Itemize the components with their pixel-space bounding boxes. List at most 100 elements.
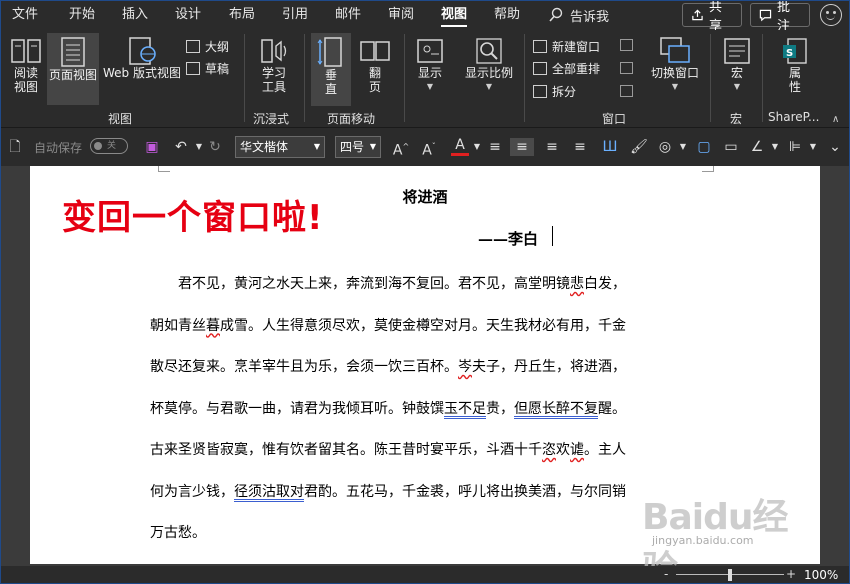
tab-references[interactable]: 引用 [282, 0, 308, 30]
macros-label: 宏 [730, 66, 743, 80]
spelling-flag: 暮 [206, 317, 220, 334]
tab-view[interactable]: 视图 [441, 0, 468, 30]
font-size-select[interactable]: 四号 ▼ [335, 136, 381, 158]
macros-button[interactable]: 宏 ▼ [718, 36, 756, 106]
poem-line: 古来圣贤皆寂寞，惟有饮者留其名。陈王昔时宴平乐，斗酒十千恣欢谑。主人 [150, 430, 696, 472]
draft-label: 草稿 [205, 61, 230, 76]
sharepoint-properties-button[interactable]: S 属 性 [776, 36, 814, 106]
zoom-slider-thumb[interactable] [728, 569, 732, 581]
poem-text: 万古愁。 [150, 525, 206, 541]
feedback-smiley-icon[interactable] [820, 4, 842, 26]
tab-home[interactable]: 开始 [69, 0, 95, 30]
chevron-down-icon: ▼ [671, 82, 679, 91]
poem-text: 夫子，丹丘生，将进酒， [472, 359, 626, 375]
reset-window-icon[interactable] [620, 85, 633, 97]
new-window-button[interactable]: 新建窗口 [533, 36, 600, 56]
print-layout-button[interactable]: 页面视图 [47, 33, 99, 105]
side-to-side-button[interactable]: 翻 页 [355, 36, 395, 106]
poem-line: 万古愁。 [150, 513, 696, 555]
synchronous-scroll-icon[interactable] [620, 62, 633, 74]
poem-line: 何为言少钱，径须沽取对君酌。五花马，千金裘，呼儿将出换美酒，与尔同销 [150, 472, 696, 514]
switch-windows-button[interactable]: 切换窗口 ▼ [646, 36, 704, 106]
tab-file[interactable]: 文件 [12, 0, 38, 30]
zoom-button[interactable]: 显示比例 ▼ [458, 36, 520, 106]
poem-line: 散尽还复来。烹羊宰牛且为乐，会须一饮三百杯。岑夫子，丹丘生，将进酒， [150, 347, 696, 389]
share-button[interactable]: 共享 [682, 0, 742, 34]
poem-text: 成雪。人生得意须尽欢，莫使金樽空对月。天生我材必有用，千金 [220, 317, 626, 334]
tab-layout[interactable]: 布局 [229, 0, 255, 30]
ribbon-separator [244, 34, 245, 122]
chevron-down-icon[interactable]: ▼ [804, 138, 822, 156]
distributed-icon[interactable]: Ш [601, 138, 619, 156]
side-pages-icon [360, 41, 390, 61]
side-to-side-label: 翻 页 [368, 66, 381, 94]
globe-page-icon [129, 37, 156, 65]
read-mode-button[interactable]: 阅读 视图 [6, 36, 46, 106]
outline-button[interactable]: 大纲 [186, 36, 229, 56]
align-center-icon[interactable]: ≡ [510, 138, 534, 156]
zoom-label: 显示比例 [464, 66, 513, 80]
spelling-flag: 岑 [458, 359, 472, 375]
font-color-icon[interactable]: A [451, 138, 469, 156]
poem-text: 散尽还复来。烹羊宰牛且为乐，会须一饮三百杯。 [150, 359, 458, 375]
redo-icon[interactable]: ↻ [206, 138, 224, 156]
text-box-icon[interactable]: ▢ [695, 138, 713, 156]
read-mode-label: 阅读 视图 [13, 66, 38, 94]
poem-text: 杯莫停。与君歌一曲，请君为我倾耳听。钟鼓馔 [150, 400, 444, 417]
zoom-out-button[interactable]: - [664, 567, 668, 581]
side-by-side-icon[interactable] [620, 39, 633, 51]
collapse-ribbon-icon[interactable]: ∧ [832, 114, 839, 125]
poem-text: 。主人 [584, 442, 626, 458]
save-icon[interactable]: ▣ [143, 138, 161, 156]
poem-text: 欢 [556, 442, 570, 458]
poem-text: 君酌。五花马，千金裘，呼儿将出换美酒，与尔同销 [304, 483, 626, 500]
ribbon-separator [304, 34, 305, 122]
autosave-toggle[interactable]: 关 [90, 138, 128, 154]
font-name-select[interactable]: 华文楷体 ▼ [235, 136, 325, 158]
align-left-icon[interactable]: ≡ [486, 138, 504, 156]
tell-me-box[interactable]: 告诉我 [548, 0, 609, 30]
shapes-icon[interactable]: ◎ [656, 138, 674, 156]
zoom-level[interactable]: 100% [804, 568, 838, 582]
chevron-down-icon[interactable]: ▼ [468, 138, 486, 156]
tab-mailings[interactable]: 邮件 [335, 0, 361, 30]
web-layout-button[interactable]: Web 版式视图 [100, 36, 184, 106]
picture-icon[interactable]: ▭ [722, 138, 740, 156]
chevron-down-icon[interactable]: ▼ [674, 138, 692, 156]
spelling-flag: 恣 [542, 442, 556, 458]
annotation-overlay-text: 变回一个窗口啦! [62, 198, 324, 238]
undo-icon[interactable]: ↶ [172, 138, 190, 156]
vertical-movement-button[interactable]: 垂 直 [311, 33, 351, 106]
customize-toolbar-icon[interactable]: ⌄ [826, 138, 844, 156]
align-right-icon[interactable]: ≡ [543, 138, 561, 156]
draft-button[interactable]: 草稿 [186, 58, 229, 78]
align-objects-icon[interactable]: ⊫ [786, 138, 804, 156]
justify-icon[interactable]: ≡ [571, 138, 589, 156]
comments-button[interactable]: 批注 [750, 0, 810, 34]
page-corner-marker [158, 166, 170, 172]
show-button[interactable]: 显示 ▼ [410, 36, 450, 106]
tab-design[interactable]: 设计 [175, 0, 201, 30]
outline-label: 大纲 [205, 39, 230, 54]
split-button[interactable]: 拆分 [533, 81, 576, 101]
edit-shape-icon[interactable]: ∠ [748, 138, 766, 156]
watermark-url: jingyan.baidu.com [652, 534, 754, 547]
tell-me-label: 告诉我 [570, 9, 610, 25]
chevron-down-icon[interactable]: ▼ [766, 138, 784, 156]
tab-help[interactable]: 帮助 [494, 0, 520, 30]
draft-icon [186, 61, 200, 75]
grow-font-icon[interactable]: A^ [392, 138, 410, 159]
comments-label: 批注 [776, 0, 790, 34]
arrange-all-button[interactable]: 全部重排 [533, 58, 600, 78]
switch-windows-icon [660, 37, 690, 63]
format-painter-icon[interactable]: 🖌 [630, 138, 648, 156]
font-size-value: 四号 [340, 140, 365, 154]
tab-review[interactable]: 审阅 [388, 0, 414, 30]
tab-insert[interactable]: 插入 [122, 0, 148, 30]
page-icon [61, 37, 85, 67]
zoom-in-button[interactable]: + [786, 567, 796, 581]
new-document-icon[interactable]: 🗋 [6, 138, 24, 156]
learning-tools-button[interactable]: 学习 工具 [254, 36, 294, 106]
print-layout-label: 页面视图 [48, 68, 97, 82]
shrink-font-icon[interactable]: Aˇ [420, 138, 438, 159]
